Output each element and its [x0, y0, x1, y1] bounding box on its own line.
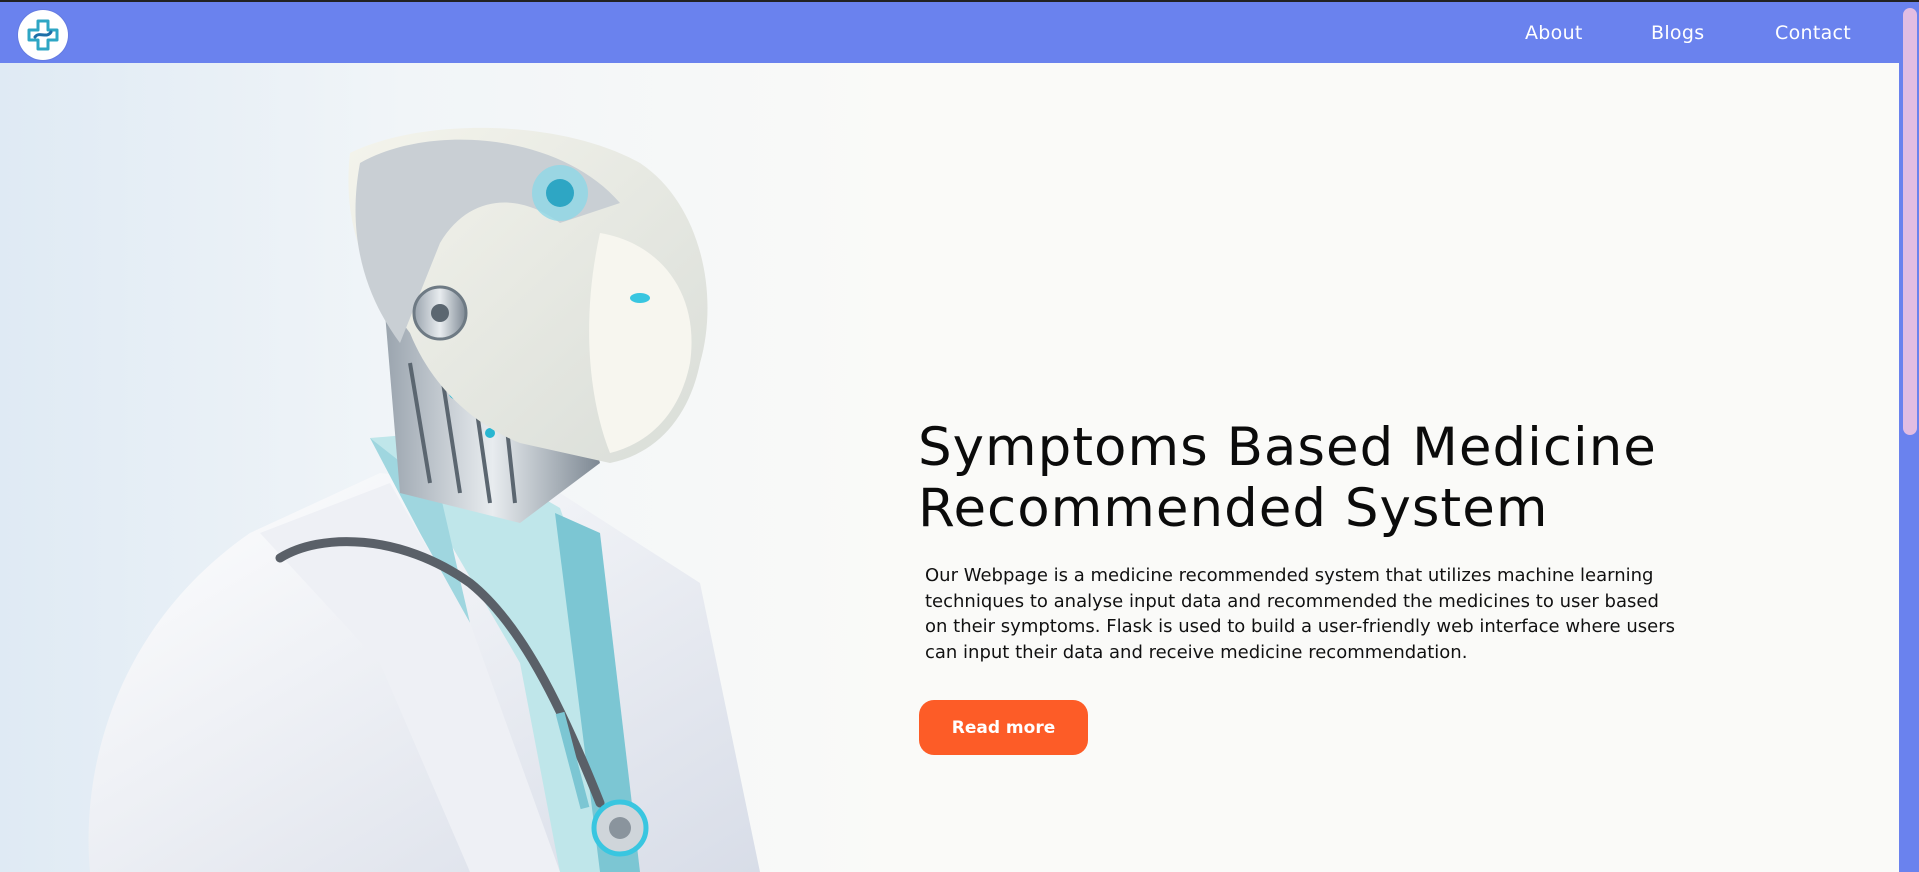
navbar: About Blogs Contact: [0, 2, 1899, 63]
hero-title: Symptoms Based Medicine Recommended Syst…: [918, 417, 1738, 539]
nav-link-contact[interactable]: Contact: [1775, 22, 1851, 44]
top-border: [0, 0, 1919, 2]
medical-cross-icon: [27, 19, 59, 51]
scrollbar-thumb[interactable]: [1903, 8, 1917, 435]
hero-robot-doctor-image: [0, 63, 900, 872]
page: About Blogs Contact Symptoms Based Medic…: [0, 0, 1919, 872]
hero-title-line-2: Recommended System: [918, 478, 1549, 539]
hero-description: Our Webpage is a medicine recommended sy…: [925, 565, 1675, 663]
hero-title-line-1: Symptoms Based Medicine: [918, 417, 1657, 478]
read-more-button[interactable]: Read more: [919, 700, 1088, 755]
nav-link-blogs[interactable]: Blogs: [1651, 22, 1704, 44]
logo[interactable]: [18, 10, 68, 60]
nav-link-about[interactable]: About: [1525, 22, 1583, 44]
